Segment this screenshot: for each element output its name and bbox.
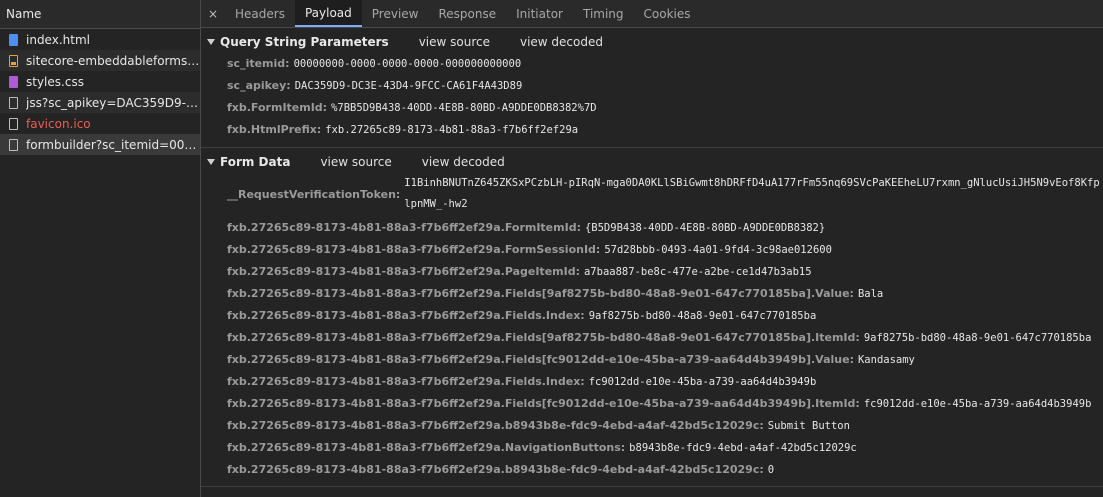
blank-file-icon <box>9 117 18 130</box>
token-line-1: I1BinhBNUTnZ645ZKSxPCzbLH-pIRqN-mga0DA0K… <box>404 177 1100 189</box>
request-row-formbuilder[interactable]: formbuilder?sc_itemid=00000... <box>0 134 200 155</box>
devtools-network-panel: Name index.html sitecore-embeddableforms… <box>0 0 1103 497</box>
request-row-styles-css[interactable]: styles.css <box>0 71 200 92</box>
section-title: Query String Parameters <box>220 35 389 49</box>
details-tab-bar: × Headers Payload Preview Response Initi… <box>201 0 1103 28</box>
form-param-row: fxb.27265c89-8173-4b81-88a3-f7b6ff2ef29a… <box>201 349 1103 371</box>
tab-preview[interactable]: Preview <box>362 0 429 27</box>
form-param-row: fxb.27265c89-8173-4b81-88a3-f7b6ff2ef29a… <box>201 459 1103 481</box>
form-param-row: fxb.27265c89-8173-4b81-88a3-f7b6ff2ef29a… <box>201 437 1103 459</box>
param-key: fxb.27265c89-8173-4b81-88a3-f7b6ff2ef29a… <box>227 353 854 366</box>
request-row-embeddableforms[interactable]: sitecore-embeddableforms.u... <box>0 50 200 71</box>
param-key: sc_apikey: <box>227 79 291 92</box>
request-list: Name index.html sitecore-embeddableforms… <box>0 0 201 497</box>
document-icon <box>9 33 18 46</box>
tab-payload[interactable]: Payload <box>294 0 362 27</box>
query-param-row: sc_apikey: DAC359D9-DC3E-43D4-9FCC-CA61F… <box>201 75 1103 97</box>
param-key: fxb.HtmlPrefix: <box>227 123 322 136</box>
param-key: fxb.FormItemId: <box>227 101 328 114</box>
script-icon <box>9 54 18 67</box>
param-key: fxb.27265c89-8173-4b81-88a3-f7b6ff2ef29a… <box>227 397 860 410</box>
tab-timing[interactable]: Timing <box>573 0 634 27</box>
request-row-index-html[interactable]: index.html <box>0 29 200 50</box>
view-source-link[interactable]: view source <box>320 155 391 169</box>
param-value: 9af8275b-bd80-48a8-9e01-647c770185ba <box>588 310 817 322</box>
param-value: Bala <box>857 288 884 300</box>
form-param-row: fxb.27265c89-8173-4b81-88a3-f7b6ff2ef29a… <box>201 239 1103 261</box>
param-value: %7BB5D9B438-40DD-4E8B-80BD-A9DDE0DB8382%… <box>331 102 597 114</box>
param-value: Kandasamy <box>857 354 915 366</box>
request-name: sitecore-embeddableforms.u... <box>26 53 200 68</box>
stylesheet-icon <box>9 75 18 88</box>
section-divider <box>201 486 1103 487</box>
request-name: index.html <box>26 32 90 47</box>
view-decoded-link[interactable]: view decoded <box>422 155 505 169</box>
form-param-row: fxb.27265c89-8173-4b81-88a3-f7b6ff2ef29a… <box>201 283 1103 305</box>
param-key: fxb.27265c89-8173-4b81-88a3-f7b6ff2ef29a… <box>227 309 585 322</box>
view-decoded-link[interactable]: view decoded <box>520 35 603 49</box>
form-param-row: fxb.27265c89-8173-4b81-88a3-f7b6ff2ef29a… <box>201 371 1103 393</box>
tab-initiator[interactable]: Initiator <box>506 0 573 27</box>
param-value: 0 <box>767 464 775 476</box>
tab-response[interactable]: Response <box>428 0 506 27</box>
param-key: fxb.27265c89-8173-4b81-88a3-f7b6ff2ef29a… <box>227 441 626 454</box>
request-row-jss[interactable]: jss?sc_apikey=DAC359D9-DC... <box>0 92 200 113</box>
param-value: DAC359D9-DC3E-43D4-9FCC-CA61F4A43D89 <box>294 80 523 92</box>
param-key: fxb.27265c89-8173-4b81-88a3-f7b6ff2ef29a… <box>227 287 854 300</box>
param-value: 57d28bbb-0493-4a01-9fd4-3c98ae012600 <box>604 244 832 256</box>
view-source-link[interactable]: view source <box>419 35 490 49</box>
name-column-header[interactable]: Name <box>0 0 200 29</box>
section-divider <box>201 147 1103 148</box>
form-param-row: fxb.27265c89-8173-4b81-88a3-f7b6ff2ef29a… <box>201 415 1103 437</box>
param-value: Submit Button <box>767 420 850 432</box>
section-title: Form Data <box>220 155 291 169</box>
param-value: 00000000-0000-0000-0000-000000000000 <box>293 58 522 70</box>
param-value: I1BinhBNUTnZ645ZKSxPCzbLH-pIRqN-mga0DA0K… <box>404 173 1103 217</box>
request-name: jss?sc_apikey=DAC359D9-DC... <box>26 95 200 110</box>
query-param-row: sc_itemid: 00000000-0000-0000-0000-00000… <box>201 53 1103 75</box>
form-param-row: fxb.27265c89-8173-4b81-88a3-f7b6ff2ef29a… <box>201 217 1103 239</box>
param-key: fxb.27265c89-8173-4b81-88a3-f7b6ff2ef29a… <box>227 375 585 388</box>
form-param-row: fxb.27265c89-8173-4b81-88a3-f7b6ff2ef29a… <box>201 305 1103 327</box>
form-data-section-header[interactable]: Form Data view source view decoded <box>201 151 1103 173</box>
request-row-favicon[interactable]: favicon.ico <box>0 113 200 134</box>
param-key: fxb.27265c89-8173-4b81-88a3-f7b6ff2ef29a… <box>227 419 764 432</box>
form-param-row-token: __RequestVerificationToken: I1BinhBNUTnZ… <box>201 173 1103 217</box>
form-param-row: fxb.27265c89-8173-4b81-88a3-f7b6ff2ef29a… <box>201 261 1103 283</box>
request-name: formbuilder?sc_itemid=00000... <box>26 137 200 152</box>
token-line-2: lpnMW_-hw2 <box>404 198 468 210</box>
request-details: × Headers Payload Preview Response Initi… <box>201 0 1103 497</box>
tab-cookies[interactable]: Cookies <box>634 0 701 27</box>
expand-triangle-icon[interactable] <box>207 159 215 165</box>
query-param-row: fxb.FormItemId: %7BB5D9B438-40DD-4E8B-80… <box>201 97 1103 119</box>
request-name: styles.css <box>26 74 84 89</box>
query-param-row: fxb.HtmlPrefix: fxb.27265c89-8173-4b81-8… <box>201 119 1103 141</box>
tab-headers[interactable]: Headers <box>225 0 295 27</box>
param-key: __RequestVerificationToken: <box>227 188 401 201</box>
param-key: fxb.27265c89-8173-4b81-88a3-f7b6ff2ef29a… <box>227 221 581 234</box>
param-key: fxb.27265c89-8173-4b81-88a3-f7b6ff2ef29a… <box>227 463 764 476</box>
blank-file-icon <box>9 96 18 109</box>
request-name: favicon.ico <box>26 116 91 131</box>
close-icon[interactable]: × <box>201 0 225 27</box>
param-value: 9af8275b-bd80-48a8-9e01-647c770185ba <box>863 332 1092 344</box>
param-key: fxb.27265c89-8173-4b81-88a3-f7b6ff2ef29a… <box>227 265 580 278</box>
param-value: fxb.27265c89-8173-4b81-88a3-f7b6ff2ef29a <box>325 124 579 136</box>
param-value: {B5D9B438-40DD-4E8B-80BD-A9DDE0DB8382} <box>584 222 826 234</box>
param-key: sc_itemid: <box>227 57 290 70</box>
query-string-section-header[interactable]: Query String Parameters view source view… <box>201 31 1103 53</box>
param-value: a7baa887-be8c-477e-a2be-ce1d47b3ab15 <box>583 266 812 278</box>
form-param-row: fxb.27265c89-8173-4b81-88a3-f7b6ff2ef29a… <box>201 393 1103 415</box>
param-value: b8943b8e-fdc9-4ebd-a4af-42bd5c12029c <box>629 442 857 454</box>
form-param-row: fxb.27265c89-8173-4b81-88a3-f7b6ff2ef29a… <box>201 327 1103 349</box>
param-value: fc9012dd-e10e-45ba-a739-aa64d4b3949b <box>863 398 1092 410</box>
blank-file-icon <box>9 138 18 151</box>
expand-triangle-icon[interactable] <box>207 39 215 45</box>
param-key: fxb.27265c89-8173-4b81-88a3-f7b6ff2ef29a… <box>227 331 860 344</box>
param-value: fc9012dd-e10e-45ba-a739-aa64d4b3949b <box>588 376 817 388</box>
param-key: fxb.27265c89-8173-4b81-88a3-f7b6ff2ef29a… <box>227 243 601 256</box>
